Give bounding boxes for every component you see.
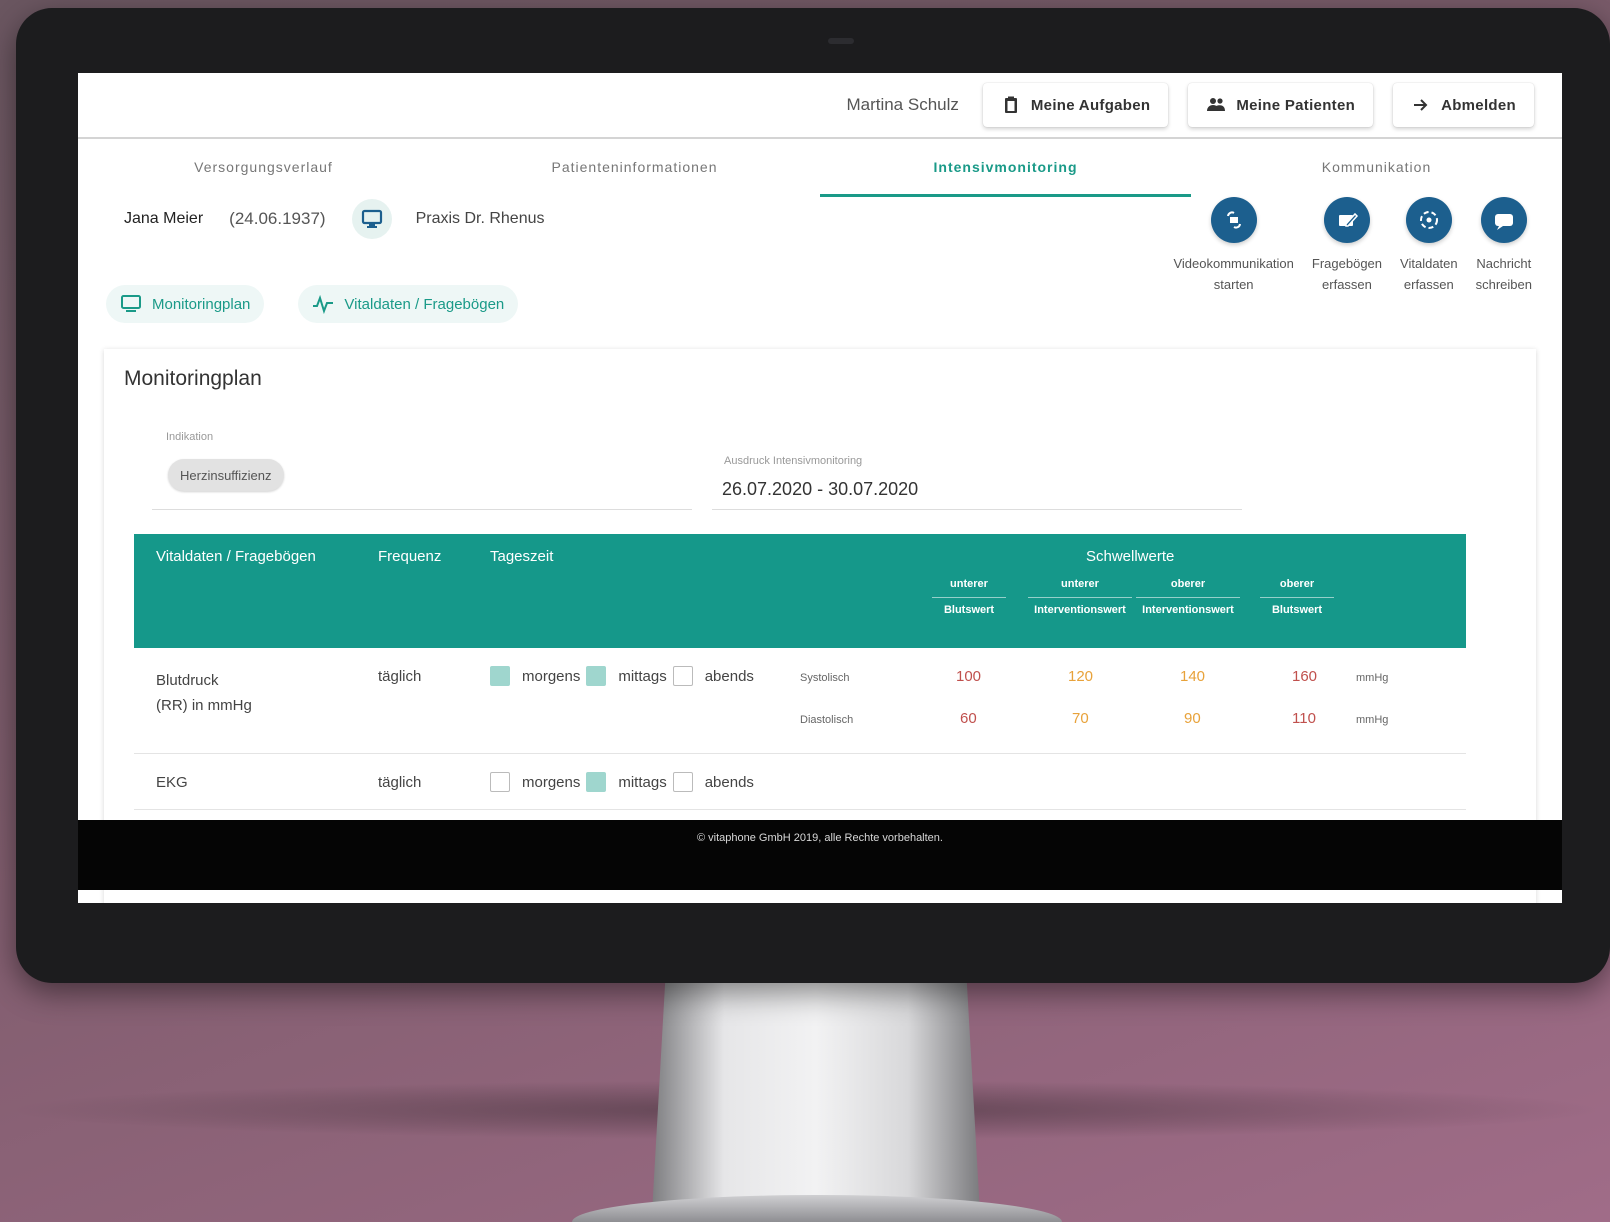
table-row: Blutdruck (RR) in mmHg täglich morgens m…	[134, 648, 1466, 754]
label-abends: abends	[704, 773, 754, 791]
table-header: Vitaldaten / Fragebögen Frequenz Tagesze…	[134, 534, 1466, 648]
label-morgens: morgens	[522, 773, 581, 791]
label-morgens: morgens	[522, 667, 581, 685]
unit-sys: mmHg	[1356, 672, 1389, 684]
checkbox-morgens[interactable]	[490, 666, 510, 686]
footer: © vitaphone GmbH 2019, alle Rechte vorbe…	[78, 820, 1562, 890]
subtab-vitaldaten[interactable]: Vitaldaten / Fragebögen	[298, 285, 519, 323]
vitals-label: Vitaldaten erfassen	[1400, 256, 1458, 292]
tab-kommunikation[interactable]: Kommunikation	[1191, 141, 1562, 197]
row-times: morgens mittags abends	[490, 666, 754, 686]
logout-button[interactable]: Abmelden	[1393, 83, 1534, 127]
value-dia-4: 110	[1292, 710, 1316, 727]
header-t2: unterer Interventionswert	[1028, 572, 1132, 623]
header-time: Tageszeit	[490, 548, 554, 565]
value-sys-4: 160	[1292, 668, 1318, 685]
vitals-action[interactable]: Vitaldaten erfassen	[1400, 197, 1458, 295]
patient-info: Jana Meier (24.06.1937) Praxis Dr. Rhenu…	[124, 199, 545, 239]
sub-label-diastolic: Diastolisch	[800, 714, 854, 726]
monitor-icon	[121, 295, 141, 312]
camera	[828, 38, 854, 44]
patient-name: Jana Meier	[124, 210, 204, 227]
user-name: Martina Schulz	[846, 95, 959, 114]
checkbox-abends[interactable]	[672, 772, 693, 792]
questionnaire-label: Fragebögen erfassen	[1311, 256, 1383, 292]
video-call-action[interactable]: Videokommunikation starten	[1173, 197, 1294, 295]
subtab-vitaldaten-label: Vitaldaten / Fragebögen	[344, 295, 505, 313]
my-patients-label: Meine Patienten	[1236, 96, 1356, 114]
value-sys-2: 120	[1068, 668, 1094, 685]
value-dia-2: 70	[1072, 710, 1089, 727]
value-sys-3: 140	[1180, 668, 1206, 685]
label-abends: abends	[704, 667, 754, 685]
duration-value: 26.07.2020 - 30.07.2020	[722, 479, 919, 499]
row-name: Blutdruck (RR) in mmHg	[156, 672, 252, 714]
sub-label-systolic: Systolisch	[800, 672, 850, 684]
checkbox-morgens[interactable]	[490, 772, 510, 792]
subtab-monitoringplan-label: Monitoringplan	[152, 295, 251, 313]
top-bar: Martina Schulz Meine Aufgaben Meine Pati…	[78, 73, 1562, 139]
pulse-icon	[313, 294, 334, 314]
row-times: morgens mittags abends	[490, 772, 754, 792]
indication-label: Indikation	[166, 431, 214, 443]
people-icon	[1207, 98, 1226, 111]
header-vital: Vitaldaten / Fragebögen	[156, 548, 316, 565]
duration-label: Ausdruck Intensivmonitoring	[724, 455, 863, 467]
monitoring-table: Vitaldaten / Fragebögen Frequenz Tagesze…	[134, 534, 1466, 810]
quick-actions: Videokommunikation starten Fragebögen erfa…	[1173, 197, 1532, 295]
header-t4: oberer Blutswert	[1260, 572, 1334, 623]
row-name: EKG	[156, 774, 188, 791]
table-row: EKG täglich morgens mittags abends	[134, 754, 1466, 810]
my-tasks-label: Meine Aufgaben	[1030, 96, 1151, 114]
questionnaire-icon[interactable]	[1323, 197, 1370, 243]
card-title: Monitoringplan	[124, 367, 262, 390]
main-tabs: Versorgungsverlauf Patienteninformatione…	[78, 141, 1562, 197]
value-dia-3: 90	[1184, 710, 1201, 727]
monitor-icon	[351, 199, 392, 239]
message-action[interactable]: Nachricht schreiben	[1476, 197, 1532, 295]
patient-dob: (24.06.1937)	[229, 209, 326, 228]
logout-label: Abmelden	[1441, 96, 1516, 114]
indication-chip[interactable]: Herzinsuffizienz	[168, 459, 284, 491]
vitals-icon[interactable]	[1405, 197, 1452, 243]
clipboard-icon	[1004, 96, 1017, 113]
my-patients-button[interactable]: Meine Patienten	[1188, 83, 1374, 127]
app-screen: Martina Schulz Meine Aufgaben Meine Pati…	[78, 73, 1562, 903]
row-frequency: täglich	[378, 774, 422, 791]
checkbox-mittags[interactable]	[586, 772, 607, 792]
value-sys-1: 100	[956, 668, 982, 685]
video-call-label: Videokommunikation starten	[1173, 256, 1294, 292]
monitor-stand	[652, 983, 980, 1213]
subtab-monitoringplan[interactable]: Monitoringplan	[106, 285, 265, 323]
message-icon[interactable]	[1480, 197, 1527, 243]
header-thresholds: Schwellwerte	[1086, 548, 1175, 565]
checkbox-abends[interactable]	[672, 666, 693, 686]
indication-underline	[152, 509, 692, 510]
header-t3: oberer Interventionswert	[1136, 572, 1240, 623]
message-label: Nachricht schreiben	[1475, 256, 1532, 292]
video-call-icon[interactable]	[1210, 197, 1257, 243]
tab-intensivmonitoring[interactable]: Intensivmonitoring	[820, 141, 1191, 197]
arrow-right-icon	[1414, 99, 1428, 111]
label-mittags: mittags	[618, 667, 667, 685]
unit-dia: mmHg	[1356, 714, 1389, 726]
label-mittags: mittags	[618, 773, 667, 791]
tab-patienteninformationen[interactable]: Patienteninformationen	[449, 141, 820, 197]
my-tasks-button[interactable]: Meine Aufgaben	[982, 83, 1169, 127]
header-frequency: Frequenz	[378, 548, 442, 565]
duration-underline	[712, 509, 1242, 510]
questionnaire-action[interactable]: Fragebögen erfassen	[1312, 197, 1382, 295]
row-frequency: täglich	[378, 668, 422, 685]
sub-tabs: Monitoringplan Vitaldaten / Fragebögen	[106, 285, 519, 323]
praxis-name: Praxis Dr. Rhenus	[415, 210, 545, 227]
header-t1: unterer Blutswert	[932, 572, 1006, 623]
monitor-stand-base	[572, 1195, 1062, 1222]
tab-versorgungsverlauf[interactable]: Versorgungsverlauf	[78, 141, 449, 197]
checkbox-mittags[interactable]	[586, 666, 607, 686]
value-dia-1: 60	[960, 710, 977, 727]
